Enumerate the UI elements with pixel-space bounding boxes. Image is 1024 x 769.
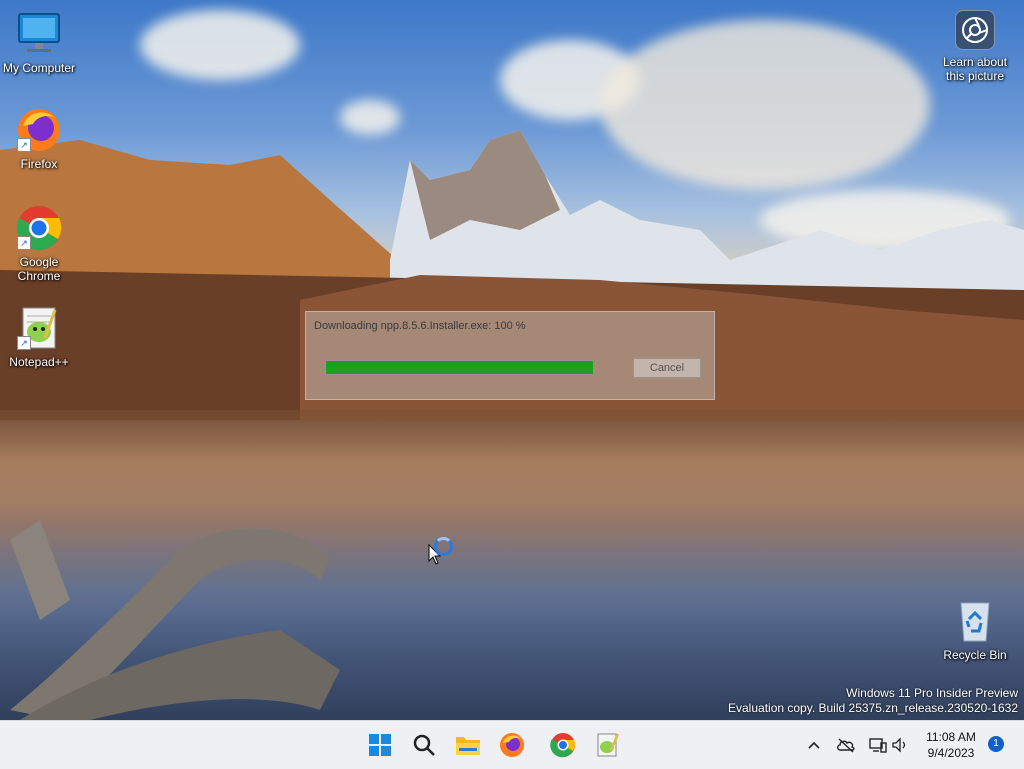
chrome-desktop-icon[interactable]: ↗ Google Chrome (2, 204, 76, 283)
folder-icon (456, 737, 480, 755)
windows-start-icon (369, 734, 391, 756)
learn-about-label: Learn about this picture (942, 55, 1008, 83)
show-hidden-icons-button[interactable] (804, 735, 824, 755)
desktop[interactable]: My Computer ↗ Firefox ↗ Google Chrome ↗ … (0, 0, 1024, 720)
chrome-icon: ↗ (15, 204, 63, 252)
shortcut-arrow-icon: ↗ (17, 138, 31, 152)
notepadpp-icon (597, 733, 620, 757)
desktop-icon-label: Firefox (20, 157, 58, 171)
taskbar: 11:08 AM 9/4/2023 (0, 720, 1024, 769)
file-explorer-taskbar-button[interactable] (452, 729, 484, 761)
chrome-icon (550, 733, 575, 758)
recycle-bin-icon (951, 597, 999, 645)
watermark-line1: Windows 11 Pro Insider Preview (846, 686, 1018, 700)
firefox-icon (500, 733, 524, 757)
camera-aperture-icon (955, 10, 995, 50)
chevron-up-icon (808, 741, 820, 749)
notification-badge[interactable]: 1 (988, 736, 1004, 752)
firefox-desktop-icon[interactable]: ↗ Firefox (2, 106, 76, 171)
start-button[interactable] (364, 729, 396, 761)
network-button[interactable] (868, 735, 888, 755)
shortcut-arrow-icon: ↗ (17, 236, 31, 250)
chrome-taskbar-button[interactable] (547, 729, 579, 761)
desktop-icon-label: Notepad++ (9, 355, 69, 369)
firefox-taskbar-button[interactable] (496, 729, 528, 761)
busy-spinner-icon (434, 537, 453, 556)
notepadpp-icon: ↗ (15, 304, 63, 352)
volume-button[interactable] (890, 735, 910, 755)
my-computer-desktop-icon[interactable]: My Computer (2, 10, 76, 75)
notepadpp-desktop-icon[interactable]: ↗ Notepad++ (2, 304, 76, 369)
network-icon (869, 738, 887, 753)
search-icon (413, 734, 435, 756)
evaluation-watermark: Windows 11 Pro Insider Preview Evaluatio… (728, 686, 1018, 716)
download-status-text: Downloading npp.8.5.6.Installer.exe: 100… (314, 320, 526, 332)
firefox-icon: ↗ (15, 106, 63, 154)
clock-time: 11:08 AM (926, 730, 976, 744)
desktop-icon-label: Recycle Bin (943, 648, 1007, 662)
monitor-icon (15, 10, 63, 58)
learn-about-picture-button[interactable]: Learn about this picture (940, 10, 1010, 83)
onedrive-status-button[interactable] (836, 735, 856, 755)
download-progress-dialog: Downloading npp.8.5.6.Installer.exe: 100… (305, 311, 715, 400)
shortcut-arrow-icon: ↗ (17, 336, 31, 350)
cloud-offline-icon (837, 738, 855, 753)
clock-date: 9/4/2023 (927, 746, 975, 760)
search-button[interactable] (408, 729, 440, 761)
download-progress-bar (325, 360, 594, 375)
clock-button[interactable]: 11:08 AM 9/4/2023 (918, 729, 984, 761)
notepadpp-taskbar-button[interactable] (592, 729, 624, 761)
speaker-icon (892, 737, 906, 753)
desktop-icon-label: My Computer (2, 61, 76, 75)
watermark-line2: Evaluation copy. Build 25375.zn_release.… (728, 701, 1018, 715)
cancel-button[interactable]: Cancel (633, 358, 701, 378)
progress-fill (326, 361, 593, 374)
desktop-icon-label: Google Chrome (17, 255, 61, 283)
recycle-bin-desktop-icon[interactable]: Recycle Bin (938, 597, 1012, 662)
